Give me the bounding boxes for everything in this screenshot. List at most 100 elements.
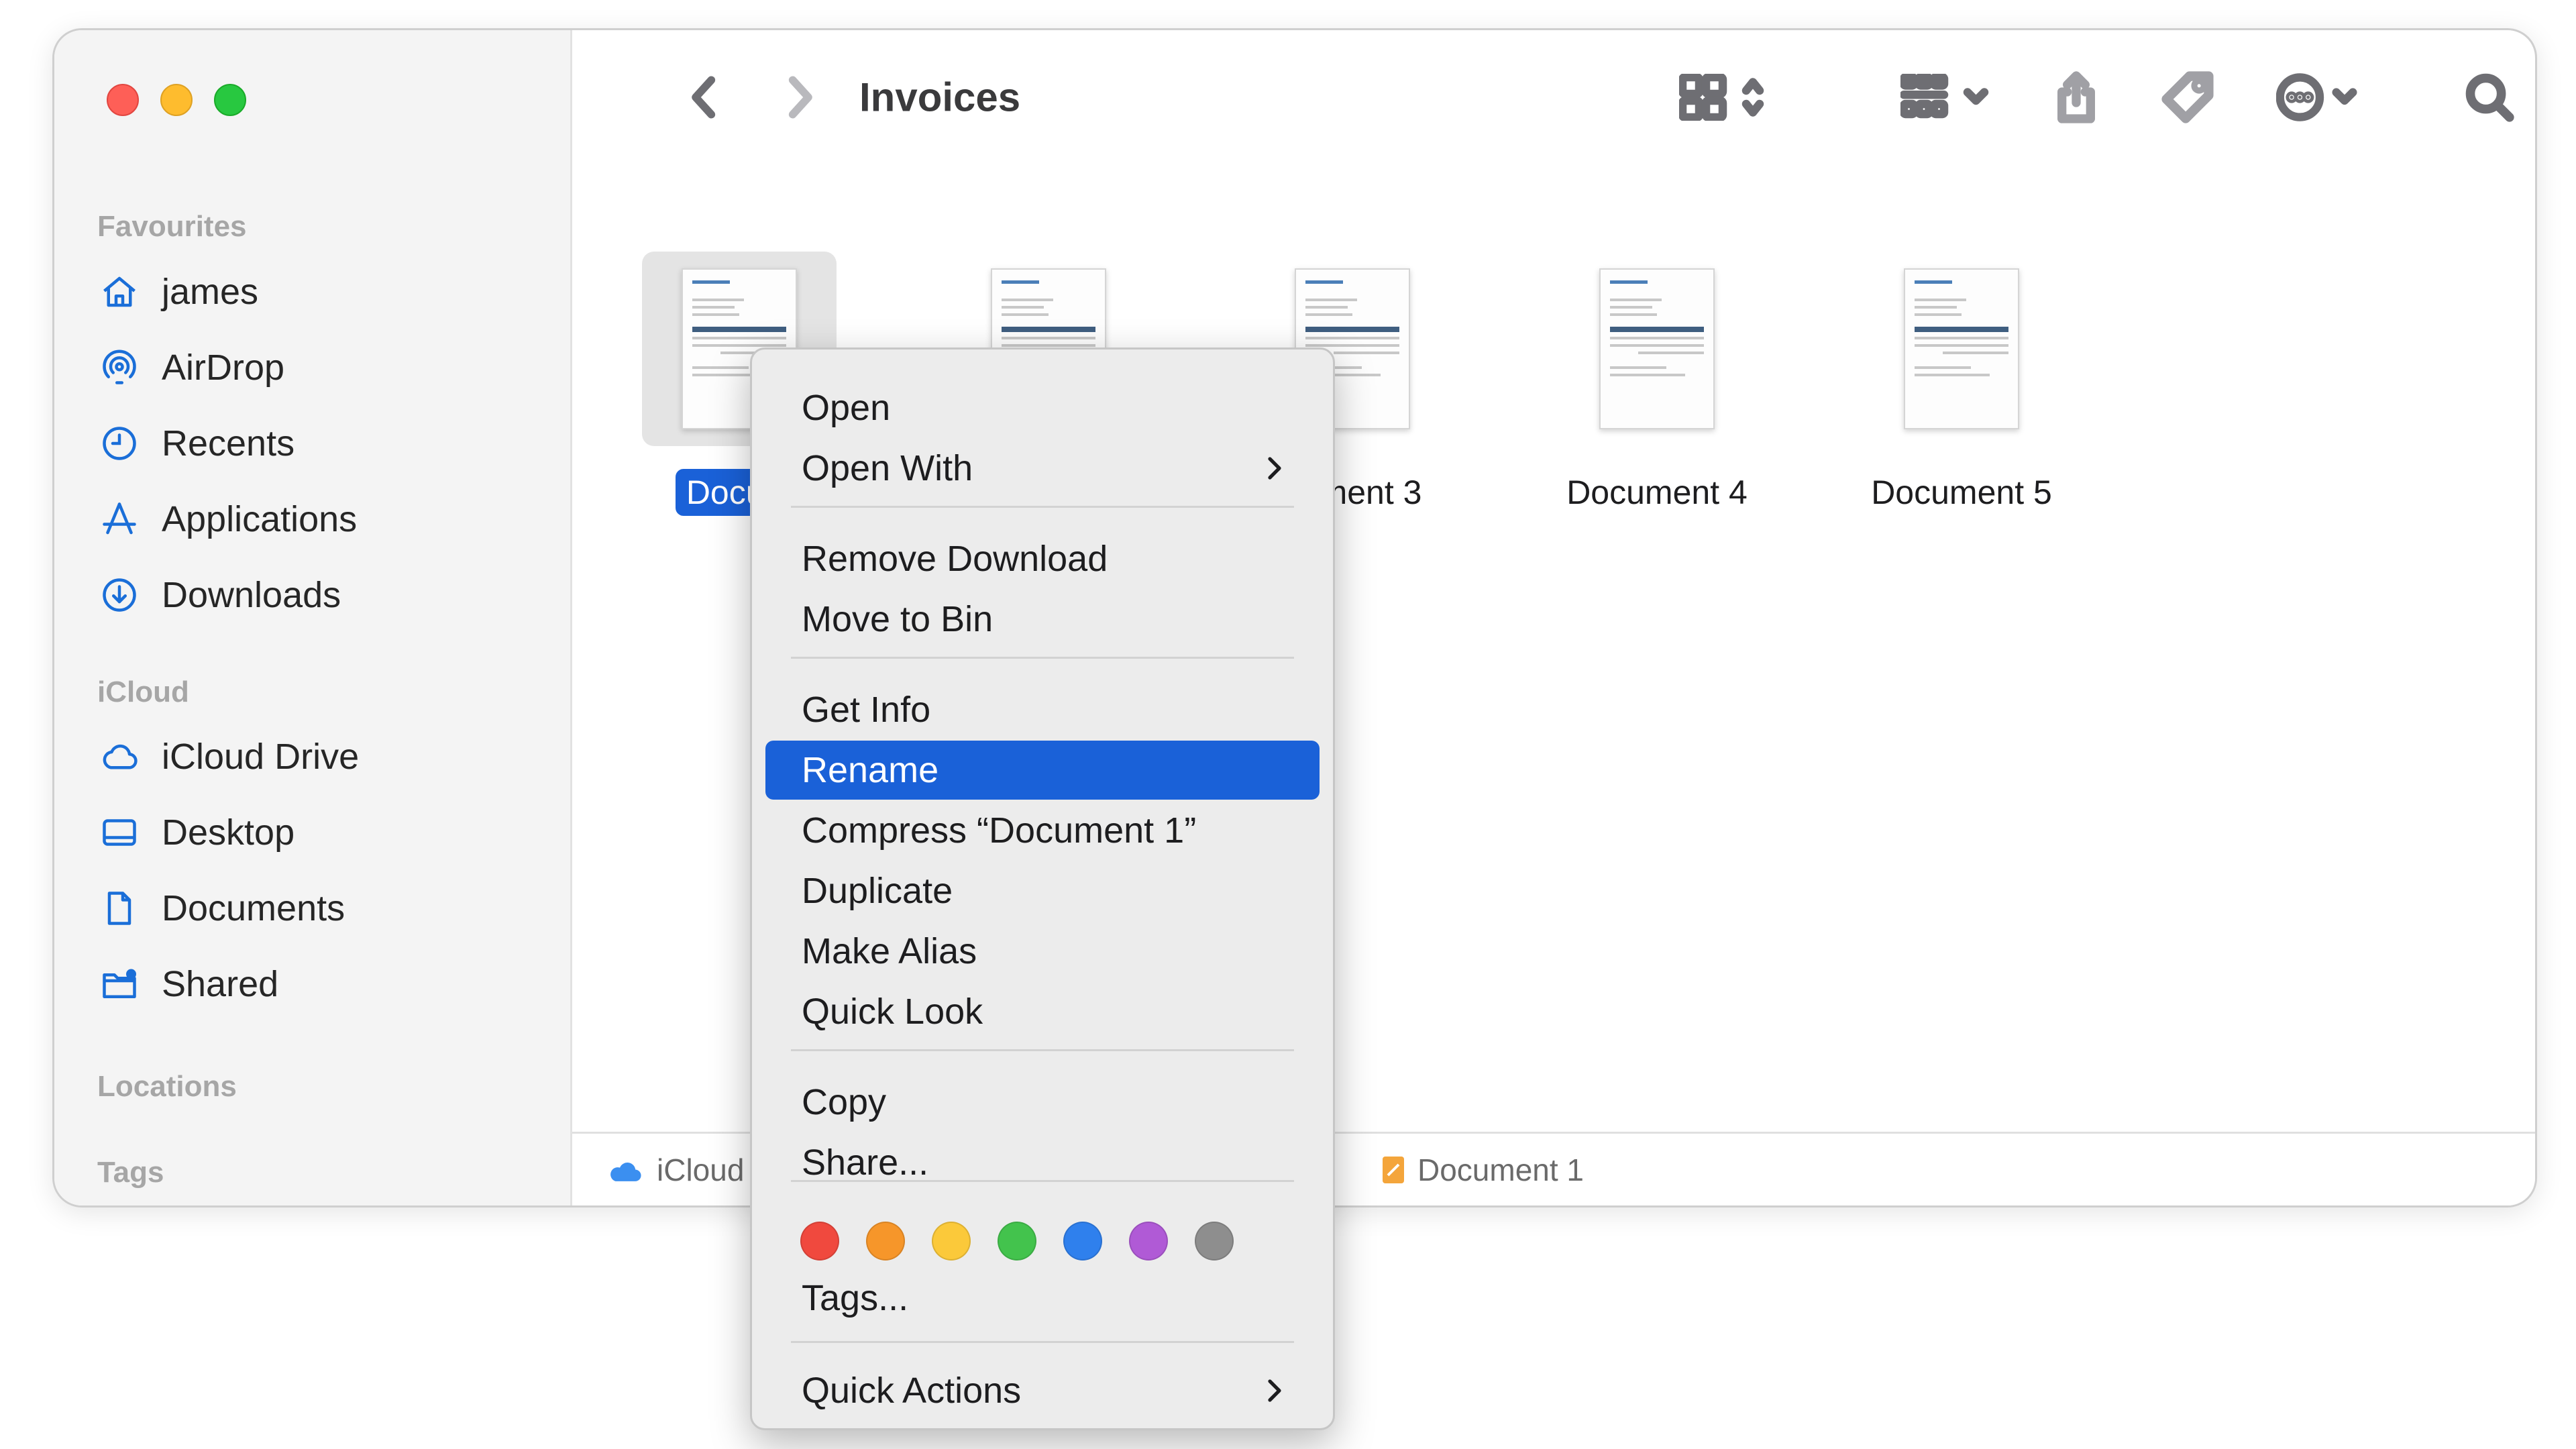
menu-item-copy[interactable]: Copy [765,1073,1320,1132]
menu-item-label: Get Info [802,690,931,730]
sidebar-item-downloads[interactable]: Downloads [97,565,341,625]
file-thumbnail-wrap [1864,252,2059,446]
sidebar-item-label: Documents [162,888,345,928]
group-icon [1900,74,1989,119]
menu-item-move-to-bin[interactable]: Move to Bin [765,590,1320,649]
path-segment-label: Document 1 [1417,1152,1585,1187]
share-icon [2057,71,2095,123]
tag-red-dot[interactable] [800,1222,839,1260]
tag-yellow-dot[interactable] [932,1222,971,1260]
menu-separator [791,506,1294,508]
sidebar-item-label: Downloads [162,575,341,615]
menu-item-label: Open With [802,448,973,488]
menu-item-share[interactable]: Share... [765,1133,1320,1192]
sidebar-item-desktop[interactable]: Desktop [97,802,294,863]
download-icon [97,573,142,617]
sidebar-section-locations: Locations [97,1070,237,1103]
chevron-left-icon [692,76,716,119]
menu-item-open-with[interactable]: Open With [765,439,1320,498]
sidebar-item-applications[interactable]: Applications [97,489,357,549]
forward-button[interactable] [780,74,818,121]
file-name[interactable]: Document 4 [1556,469,1758,516]
chevron-right-icon [1268,1379,1281,1402]
window-title: Invoices [859,74,1021,120]
sidebar-section-tags: Tags [97,1156,164,1189]
minimize-button[interactable] [160,84,193,116]
menu-item-tags[interactable]: Tags... [765,1269,1320,1328]
menu-item-duplicate[interactable]: Duplicate [765,861,1320,920]
invoice-document-icon [1599,268,1715,429]
menu-item-label: Share... [802,1142,929,1183]
sidebar-item-shared[interactable]: Shared [97,954,278,1014]
sidebar-item-label: james [162,272,259,312]
menu-item-open[interactable]: Open [765,378,1320,437]
menu-item-label: Remove Download [802,539,1108,579]
menu-item-label: Quick Actions [802,1371,1022,1411]
search-button[interactable] [2464,72,2515,123]
file-thumbnail-wrap [1560,252,1754,446]
menu-item-label: Tags... [802,1278,909,1318]
cloud-icon [610,1162,641,1181]
sidebar-item-label: Desktop [162,812,295,853]
menu-item-make-alias[interactable]: Make Alias [765,922,1320,981]
invoice-document-icon [1904,268,2019,429]
sidebar-item-airdrop[interactable]: AirDrop [97,337,284,398]
menu-item-quick-actions[interactable]: Quick Actions [765,1361,1320,1420]
sidebar-section-favourites: Favourites [97,210,247,243]
document-icon [97,886,142,930]
ellipsis-circle-icon [2276,73,2357,121]
tag-icon [2161,71,2214,123]
shared-folder-icon [97,962,142,1006]
view-options-button[interactable] [1679,74,1786,121]
path-segment-icloud[interactable]: iCloud [606,1152,744,1188]
sidebar-item-recents[interactable]: Recents [97,413,294,474]
menu-item-compress[interactable]: Compress “Document 1” [765,801,1320,860]
menu-item-get-info[interactable]: Get Info [765,680,1320,739]
menu-separator [791,1049,1294,1051]
path-segment-label: iCloud [657,1152,745,1187]
file-name[interactable]: ment 3 [1320,469,1433,516]
menu-separator [791,657,1294,659]
file-item[interactable]: Document 5 [1817,252,2106,516]
tag-gray-dot[interactable] [1195,1222,1234,1260]
tag-purple-dot[interactable] [1129,1222,1168,1260]
zoom-button[interactable] [214,84,246,116]
sidebar-item-icloud-drive[interactable]: iCloud Drive [97,727,359,787]
menu-item-label: Move to Bin [802,599,994,639]
menu-separator [791,1180,1294,1182]
sidebar-item-label: Applications [162,499,358,539]
tag-green-dot[interactable] [998,1222,1036,1260]
tag-button[interactable] [2161,70,2214,124]
menu-item-label: Compress “Document 1” [802,810,1197,851]
file-name[interactable]: Document 5 [1860,469,2063,516]
sidebar-item-label: AirDrop [162,347,285,388]
clock-icon [97,421,142,466]
more-actions-button[interactable] [2276,72,2363,122]
search-icon [2465,73,2514,122]
menu-item-remove-download[interactable]: Remove Download [765,529,1320,588]
tag-orange-dot[interactable] [866,1222,905,1260]
path-segment-document[interactable]: Document 1 [1381,1152,1584,1188]
toolbar: Invoices [572,30,2535,164]
menu-item-rename[interactable]: Rename [765,741,1320,800]
back-button[interactable] [686,74,724,121]
sidebar-item-documents[interactable]: Documents [97,878,345,938]
sidebar: Favourites james AirDrop Recents Applica… [54,30,572,1205]
menu-separator [791,1341,1294,1343]
cloud-icon [97,735,142,779]
window-controls [107,84,246,116]
sidebar-item-james[interactable]: james [97,262,258,322]
close-button[interactable] [107,84,139,116]
tag-blue-dot[interactable] [1063,1222,1102,1260]
menu-item-quick-look[interactable]: Quick Look [765,982,1320,1041]
tag-color-row [800,1222,1234,1260]
menu-item-label: Quick Look [802,991,983,1032]
sidebar-item-label: iCloud Drive [162,737,360,777]
pages-document-icon [1383,1156,1404,1183]
desktop-icon [97,810,142,855]
group-button[interactable] [1900,74,2001,121]
share-button[interactable] [2055,70,2098,124]
file-item[interactable]: Document 4 [1513,252,1801,516]
chevron-right-icon [788,76,812,119]
menu-item-label: Rename [802,750,939,790]
